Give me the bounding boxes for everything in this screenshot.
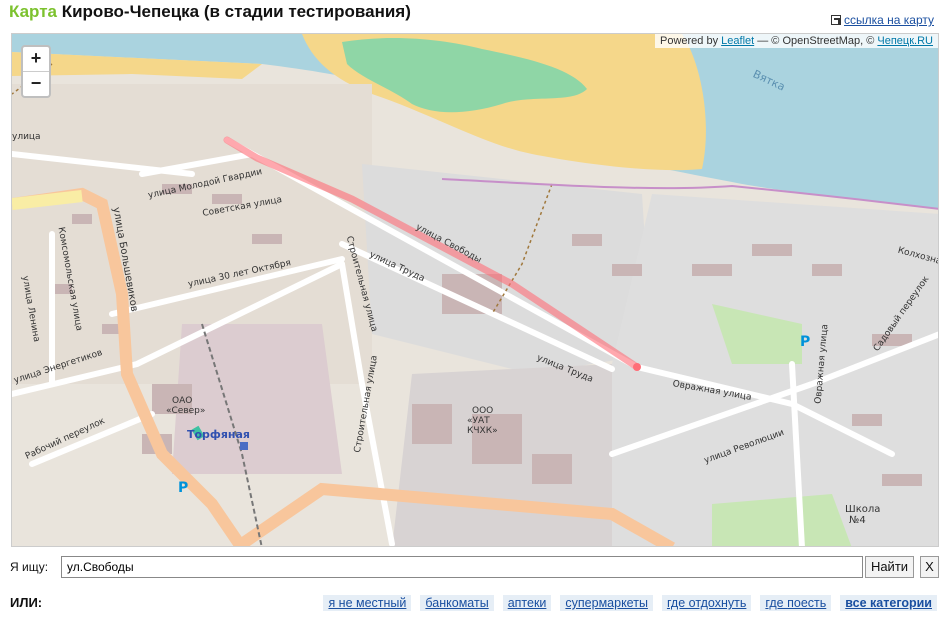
map-attribution: Powered by Leaflet — © OpenStreetMap, © … [655, 34, 938, 48]
leaflet-link[interactable]: Leaflet [721, 35, 754, 47]
map-label-school-2: №4 [849, 515, 866, 526]
search-row: Я ищу: Найти X [9, 556, 939, 578]
or-label: ИЛИ: [10, 595, 43, 610]
map-label-uat-3: КЧХК» [467, 426, 498, 436]
category-link[interactable]: где поесть [760, 595, 832, 611]
parking-icon: P [800, 334, 811, 350]
title-text: Кирово-Чепецка (в стадии тестирования) [61, 2, 411, 21]
map-label-uat-1: ООО [472, 406, 494, 416]
map-label-torfyanaya: Торфяная [187, 428, 250, 441]
map-label-uat-2: «УАТ [467, 416, 490, 426]
rail-yard [172, 324, 342, 474]
search-input[interactable] [61, 556, 863, 578]
external-link-icon [830, 15, 841, 25]
category-link[interactable]: где отдохнуть [661, 595, 752, 611]
search-label: Я ищу: [10, 560, 49, 574]
map-view[interactable]: + − Powered by Leaflet — © OpenStreetMap… [11, 33, 939, 547]
attribution-osm: — © OpenStreetMap, © [757, 35, 875, 47]
map-label-sever-2: «Север» [166, 406, 206, 416]
category-link[interactable]: аптеки [502, 595, 552, 611]
zoom-out-button[interactable]: − [23, 71, 49, 96]
category-links: я не местный банкоматы аптеки супермарке… [323, 595, 937, 611]
map-link[interactable]: ссылка на карту [830, 13, 934, 27]
map-link-text[interactable]: ссылка на карту [844, 13, 934, 27]
map-label-sever-1: ОАО [172, 396, 193, 406]
all-categories-link[interactable]: все категории [840, 595, 937, 611]
category-link[interactable]: я не местный [323, 595, 412, 611]
page-title: Карта Кирово-Чепецка (в стадии тестирова… [9, 2, 411, 22]
zoom-in-button[interactable]: + [23, 47, 49, 71]
map-label-school-1: Школа [845, 504, 881, 515]
clear-button[interactable]: X [920, 556, 939, 578]
attribution-powered: Powered by [660, 35, 719, 47]
zoom-control: + − [21, 45, 51, 98]
category-link[interactable]: супермаркеты [560, 595, 653, 611]
map-label-ulica: улица [12, 132, 41, 142]
torfyanaya-station-icon [240, 442, 248, 450]
map-tiles [12, 34, 938, 546]
site-link[interactable]: Чепецк.RU [877, 35, 933, 47]
route-end-marker [633, 363, 641, 371]
category-link[interactable]: банкоматы [420, 595, 494, 611]
brand-label: Карта [9, 2, 57, 21]
parking-icon-2: P [178, 480, 189, 496]
find-button[interactable]: Найти [865, 556, 914, 578]
categories-row: ИЛИ: я не местный банкоматы аптеки супер… [9, 595, 939, 617]
